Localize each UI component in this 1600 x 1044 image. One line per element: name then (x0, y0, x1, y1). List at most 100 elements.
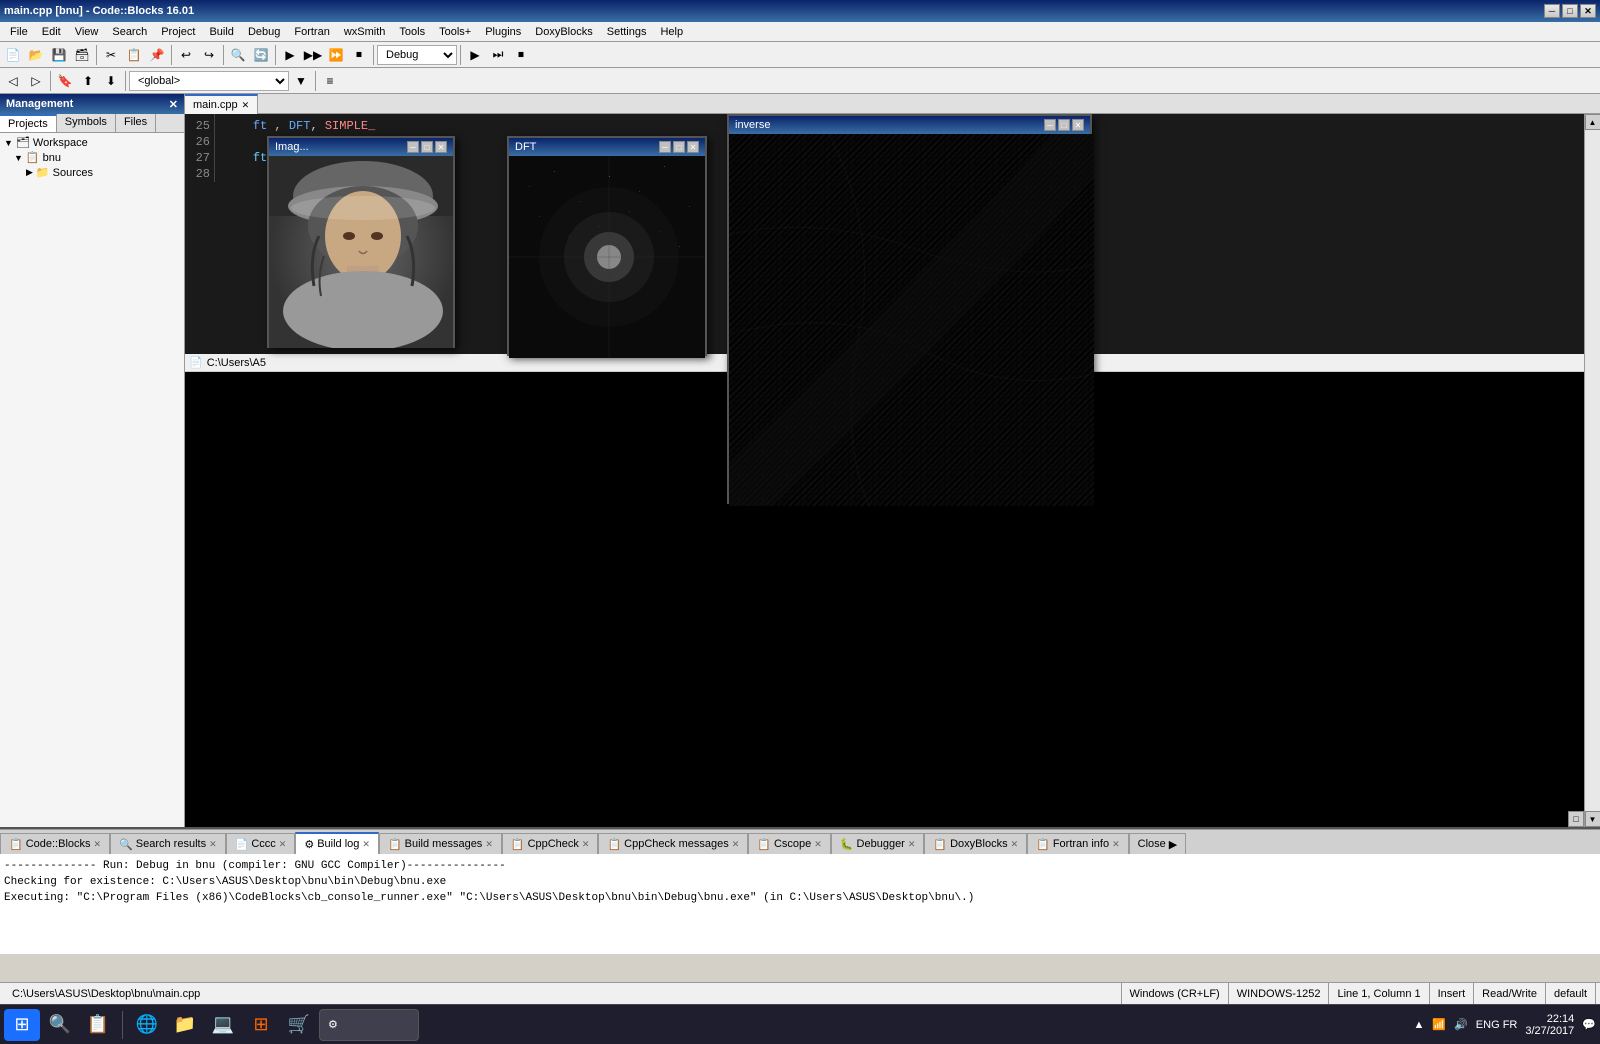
menu-debug[interactable]: Debug (242, 23, 286, 41)
scope-select[interactable]: <global> (129, 71, 289, 91)
scroll-track[interactable] (1585, 130, 1600, 811)
tab-cscope-close[interactable]: ✕ (814, 839, 822, 850)
tab-close[interactable]: Close ▶ (1129, 833, 1187, 854)
menu-search[interactable]: Search (106, 23, 153, 41)
save-all-button[interactable]: 🗃 (71, 44, 93, 66)
tab-search-results-close[interactable]: ✕ (209, 839, 217, 850)
debug-start-button[interactable]: ▶ (464, 44, 486, 66)
build-run-button[interactable]: ⏩ (325, 44, 347, 66)
build-button[interactable]: ▶ (279, 44, 301, 66)
cut-button[interactable]: ✂ (100, 44, 122, 66)
debug-stop-button[interactable]: ⏹ (510, 44, 532, 66)
minimize-button[interactable]: ─ (1544, 4, 1560, 18)
prev-bookmark-button[interactable]: ⬆ (77, 70, 99, 92)
taskview-button[interactable]: 📋 (80, 1009, 116, 1041)
tab-cscope[interactable]: 📋 Cscope ✕ (748, 833, 831, 854)
dft-minimize[interactable]: ─ (659, 141, 671, 153)
menu-doxyblocks[interactable]: DoxyBlocks (529, 23, 598, 41)
next-bookmark-button[interactable]: ⬇ (100, 70, 122, 92)
menu-build[interactable]: Build (203, 23, 239, 41)
undo-button[interactable]: ↩ (175, 44, 197, 66)
log-area[interactable]: -------------- Run: Debug in bnu (compil… (0, 854, 1600, 954)
tab-codeblocks-close[interactable]: ✕ (94, 839, 102, 850)
paste-button[interactable]: 📌 (146, 44, 168, 66)
inverse-close[interactable]: ✕ (1072, 119, 1084, 131)
lena-close[interactable]: ✕ (435, 141, 447, 153)
edge-button[interactable]: 🌐 (129, 1009, 165, 1041)
tab-debugger[interactable]: 🐛 Debugger ✕ (831, 833, 925, 854)
new-button[interactable]: 📄 (2, 44, 24, 66)
notification-icon[interactable]: 💬 (1582, 1018, 1596, 1031)
tab-build-log-close[interactable]: ✕ (362, 839, 370, 850)
search-button[interactable]: 🔍 (227, 44, 249, 66)
redo-button[interactable]: ↪ (198, 44, 220, 66)
dft-titlebar[interactable]: DFT ─ □ ✕ (509, 138, 705, 156)
menu-plugins[interactable]: Plugins (479, 23, 527, 41)
bookmark-button[interactable]: 🔖 (54, 70, 76, 92)
inverse-maximize[interactable]: □ (1058, 119, 1070, 131)
menu-settings[interactable]: Settings (601, 23, 653, 41)
debug-step-button[interactable]: ⏭ (487, 44, 509, 66)
menu-tools-plus[interactable]: Tools+ (433, 23, 477, 41)
menu-project[interactable]: Project (155, 23, 201, 41)
lena-titlebar[interactable]: Imag... ─ □ ✕ (269, 138, 453, 156)
tab-cppcheck-messages-close[interactable]: ✕ (732, 839, 740, 850)
taskbar-app-codeblocks[interactable]: ⚙ (319, 1009, 419, 1041)
scroll-up-button[interactable]: ▲ (1585, 114, 1600, 130)
tab-build-messages[interactable]: 📋 Build messages ✕ (379, 833, 502, 854)
tab-build-messages-close[interactable]: ✕ (485, 839, 493, 850)
tab-symbols[interactable]: Symbols (57, 114, 116, 132)
nav-back-button[interactable]: ◁ (2, 70, 24, 92)
nav-forward-button[interactable]: ▷ (25, 70, 47, 92)
scope-btn[interactable]: ▼ (290, 70, 312, 92)
debug-config-select[interactable]: Debug (377, 45, 457, 65)
stop-button[interactable]: ⏹ (348, 44, 370, 66)
menu-view[interactable]: View (69, 23, 105, 41)
maximize-button[interactable]: □ (1562, 4, 1578, 18)
tree-item-workspace[interactable]: ▼ 🗂 Workspace (2, 135, 182, 150)
tab-close-icon[interactable]: ✕ (242, 100, 250, 111)
tab-doxyblocks-close[interactable]: ✕ (1011, 839, 1019, 850)
inverse-minimize[interactable]: ─ (1044, 119, 1056, 131)
right-scrollbar[interactable]: ▲ ▼ (1584, 114, 1600, 827)
menu-file[interactable]: File (4, 23, 34, 41)
dft-close[interactable]: ✕ (687, 141, 699, 153)
tab-projects[interactable]: Projects (0, 114, 57, 132)
save-button[interactable]: 💾 (48, 44, 70, 66)
windows-button2[interactable]: ⊞ (243, 1009, 279, 1041)
tab-debugger-close[interactable]: ✕ (908, 839, 916, 850)
tab-cccc[interactable]: 📄 Cccc ✕ (226, 833, 296, 854)
tab-search-results[interactable]: 🔍 Search results ✕ (110, 833, 226, 854)
replace-button[interactable]: 🔄 (250, 44, 272, 66)
tab-doxyblocks[interactable]: 📋 DoxyBlocks ✕ (924, 833, 1027, 854)
menu-edit[interactable]: Edit (36, 23, 67, 41)
tree-item-bnu[interactable]: ▼ 📋 bnu (2, 150, 182, 165)
open-button[interactable]: 📂 (25, 44, 47, 66)
management-close-icon[interactable]: ✕ (169, 98, 178, 111)
dft-maximize[interactable]: □ (673, 141, 685, 153)
tab-files[interactable]: Files (116, 114, 156, 132)
copy-button[interactable]: 📋 (123, 44, 145, 66)
tab-cccc-close[interactable]: ✕ (279, 839, 287, 850)
control-panel-button[interactable]: 💻 (205, 1009, 241, 1041)
tree-item-sources[interactable]: ▶ 📁 Sources (2, 165, 182, 180)
tab-fortran-info-close[interactable]: ✕ (1112, 839, 1120, 850)
tab-cppcheck-close[interactable]: ✕ (582, 839, 590, 850)
menu-fortran[interactable]: Fortran (288, 23, 335, 41)
start-button[interactable]: ⊞ (4, 1009, 40, 1041)
lena-minimize[interactable]: ─ (407, 141, 419, 153)
store-button[interactable]: 🛒 (281, 1009, 317, 1041)
search-taskbar-button[interactable]: 🔍 (42, 1009, 78, 1041)
menu-help[interactable]: Help (654, 23, 689, 41)
tab-fortran-info[interactable]: 📋 Fortran info ✕ (1027, 833, 1129, 854)
lena-maximize[interactable]: □ (421, 141, 433, 153)
inverse-titlebar[interactable]: inverse ─ □ ✕ (729, 116, 1090, 134)
tab-build-log[interactable]: ⚙ Build log ✕ (295, 832, 379, 854)
more-btn[interactable]: ≡ (319, 70, 341, 92)
run-button[interactable]: ▶▶ (302, 44, 324, 66)
explorer-button[interactable]: 📁 (167, 1009, 203, 1041)
menu-wxsmith[interactable]: wxSmith (338, 23, 392, 41)
tab-main-cpp[interactable]: main.cpp ✕ (185, 94, 258, 114)
taskbar-up-arrow[interactable]: ▲ (1414, 1019, 1425, 1031)
close-button[interactable]: ✕ (1580, 4, 1596, 18)
